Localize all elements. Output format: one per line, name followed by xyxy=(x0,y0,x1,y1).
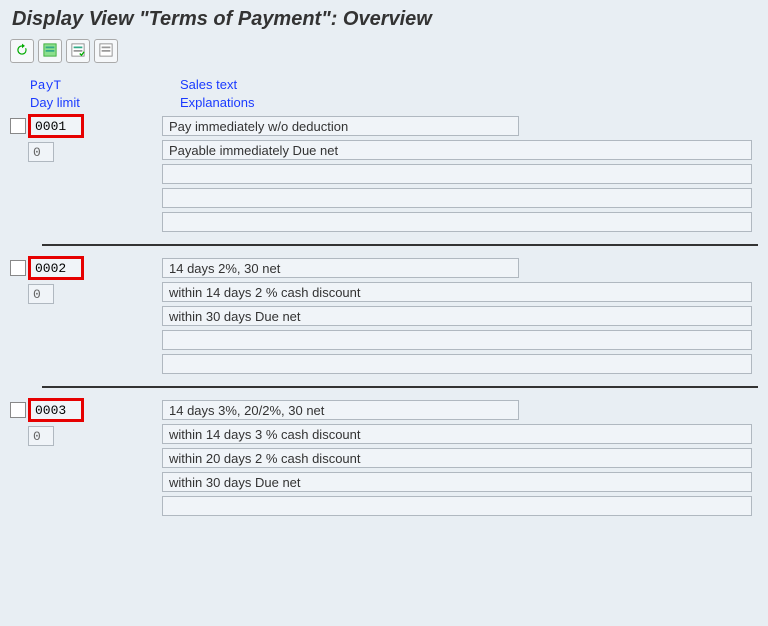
explanation-field[interactable] xyxy=(162,212,752,232)
select-all-icon xyxy=(43,43,57,60)
row-selection-checkbox[interactable] xyxy=(10,118,26,134)
record-separator xyxy=(42,244,758,246)
select-block-icon xyxy=(71,43,85,60)
page-title: Display View "Terms of Payment": Overvie… xyxy=(0,0,768,37)
explanation-field[interactable]: within 20 days 2 % cash discount xyxy=(162,448,752,468)
col-header-explanations: Explanations xyxy=(180,95,254,110)
explanation-field[interactable]: within 14 days 2 % cash discount xyxy=(162,282,752,302)
record-separator xyxy=(42,386,758,388)
explanation-field[interactable]: within 14 days 3 % cash discount xyxy=(162,424,752,444)
sales-text-field[interactable]: 14 days 3%, 20/2%, 30 net xyxy=(162,400,519,420)
refresh-icon xyxy=(15,43,29,60)
day-limit-field[interactable]: 0 xyxy=(28,284,54,304)
explanation-field[interactable] xyxy=(162,330,752,350)
day-limit-field[interactable]: 0 xyxy=(28,426,54,446)
explanation-field[interactable] xyxy=(162,164,752,184)
row-selection-checkbox[interactable] xyxy=(10,260,26,276)
deselect-all-button[interactable] xyxy=(94,39,118,63)
explanation-field[interactable]: Payable immediately Due net xyxy=(162,140,752,160)
payt-field[interactable]: 0003 xyxy=(30,400,82,420)
col-header-payt: PayT xyxy=(30,78,61,93)
explanation-field[interactable]: within 30 days Due net xyxy=(162,472,752,492)
record-row: 0002 0 14 days 2%, 30 net within 14 days… xyxy=(10,254,758,388)
toolbar xyxy=(0,37,768,67)
deselect-all-icon xyxy=(99,43,113,60)
payt-field[interactable]: 0001 xyxy=(30,116,82,136)
record-row: 0001 0 Pay immediately w/o deduction Pay… xyxy=(10,112,758,246)
content-area: PayT Sales text Day limit Explanations 0… xyxy=(0,67,768,520)
sales-text-field[interactable]: Pay immediately w/o deduction xyxy=(162,116,519,136)
record-row: 0003 0 14 days 3%, 20/2%, 30 net within … xyxy=(10,396,758,520)
row-selection-checkbox[interactable] xyxy=(10,402,26,418)
day-limit-field[interactable]: 0 xyxy=(28,142,54,162)
col-header-sales-text: Sales text xyxy=(180,77,237,92)
col-header-day-limit: Day limit xyxy=(30,95,80,110)
explanation-field[interactable] xyxy=(162,188,752,208)
explanation-field[interactable] xyxy=(162,354,752,374)
select-all-button[interactable] xyxy=(38,39,62,63)
refresh-button[interactable] xyxy=(10,39,34,63)
sales-text-field[interactable]: 14 days 2%, 30 net xyxy=(162,258,519,278)
select-block-button[interactable] xyxy=(66,39,90,63)
payt-field[interactable]: 0002 xyxy=(30,258,82,278)
explanation-field[interactable] xyxy=(162,496,752,516)
explanation-field[interactable]: within 30 days Due net xyxy=(162,306,752,326)
